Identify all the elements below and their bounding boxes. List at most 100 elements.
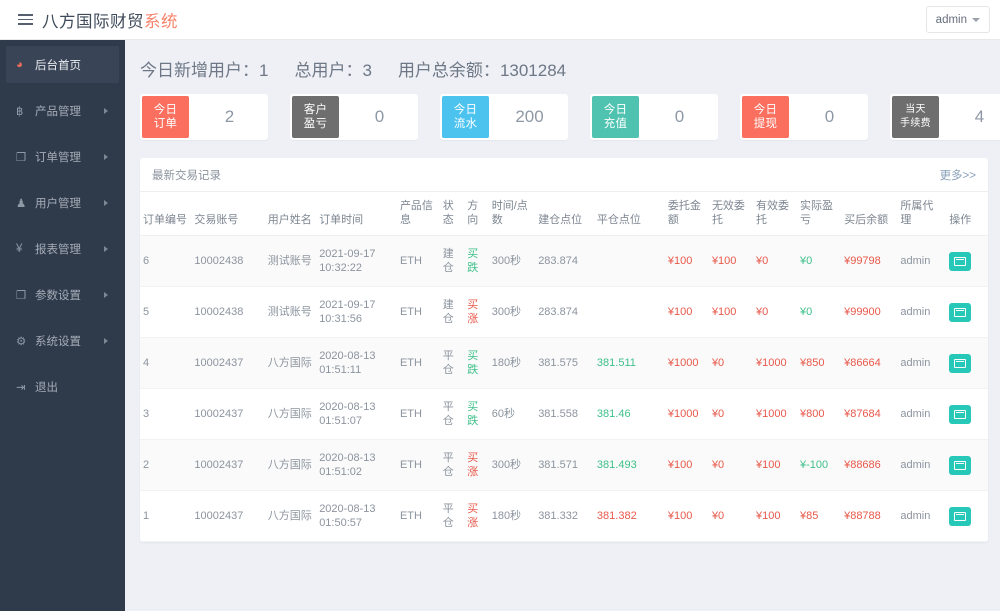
agent: admin	[897, 235, 947, 287]
user-name: 八方国际	[264, 439, 317, 491]
sidebar-item-0[interactable]: ◕ 后台首页	[6, 46, 119, 83]
metric-card-tag: 今日 充值	[592, 96, 639, 138]
copy-icon: ❐	[16, 151, 27, 164]
sidebar-item-5[interactable]: ❐ 参数设置	[6, 276, 119, 313]
agent: admin	[897, 388, 947, 440]
valid-entrust: ¥0	[752, 235, 798, 287]
metric-cards: 今日 订单 2 客户 盈亏 0 今日 流水 200 今日 充值 0 今日 提现 0 当天 手续费 4	[125, 81, 1000, 140]
product-info: ETH	[396, 337, 440, 389]
user-name: 测试账号	[264, 235, 317, 287]
sidebar-item-1[interactable]: ฿ 产品管理	[6, 92, 119, 129]
logout-icon: ⇥	[16, 381, 26, 394]
metric-card-tag-line1: 今日	[753, 104, 778, 116]
metric-card-3[interactable]: 今日 充值 0	[590, 94, 718, 140]
hamburger-icon[interactable]	[8, 14, 42, 25]
actual-profit: ¥850	[797, 337, 842, 389]
duration: 60秒	[488, 388, 536, 440]
user-icon: ♟	[16, 197, 27, 210]
column-header-3: 订单时间	[316, 192, 397, 236]
order-status: 平仓	[439, 388, 465, 440]
window-icon[interactable]	[949, 251, 972, 271]
trade-account: 10002438	[191, 235, 265, 287]
metric-card-value: 200	[515, 107, 544, 126]
copy-icon: ❐	[16, 289, 27, 302]
app-brand: 八方国际财贸 系统	[42, 8, 178, 32]
table-row[interactable]: 3 10002437 八方国际 2020-08-13 01:51:07 ETH 平仓 买跌 6…	[140, 388, 988, 440]
window-icon[interactable]	[949, 302, 972, 322]
column-header-14: 买后余额	[841, 192, 898, 236]
order-direction: 买涨	[464, 286, 489, 338]
metric-card-4[interactable]: 今日 提现 0	[740, 94, 868, 140]
table-row[interactable]: 2 10002437 八方国际 2020-08-13 01:51:02 ETH 平仓 买涨 3…	[140, 439, 988, 491]
close-price: 381.46	[593, 388, 665, 440]
column-header-2: 用户姓名	[264, 192, 317, 236]
stat-1: 总用户：3	[294, 56, 371, 81]
chevron-down-icon	[972, 17, 980, 22]
valid-entrust: ¥100	[752, 439, 798, 491]
open-price: 381.332	[535, 490, 594, 542]
table-row[interactable]: 5 10002438 测试账号 2021-09-17 10:31:56 ETH 建仓 买涨 3…	[140, 286, 988, 338]
sidebar-item-7[interactable]: ⇥ 退出	[6, 368, 119, 405]
valid-entrust: ¥1000	[752, 337, 798, 389]
order-id: 1	[140, 490, 192, 542]
entrust-amount: ¥1000	[664, 388, 709, 440]
user-menu-button[interactable]: admin	[925, 6, 990, 33]
gears-icon: ⚙	[16, 335, 27, 348]
table-header: 订单编号 交易账号 用户姓名 订单时间 产品信息 状态 方向 时间/点数 建仓点位 平仓点位 委托金…	[140, 192, 988, 236]
order-direction: 买跌	[464, 235, 489, 287]
order-time: 2020-08-13 01:51:07	[316, 388, 397, 440]
close-price: 381.511	[593, 337, 665, 389]
order-id: 2	[140, 439, 192, 491]
valid-entrust: ¥0	[752, 286, 798, 338]
window-icon[interactable]	[949, 353, 972, 373]
metric-card-value: 4	[974, 107, 985, 126]
metric-card-tag-line2: 盈亏	[303, 118, 328, 130]
metric-card-2[interactable]: 今日 流水 200	[440, 94, 568, 140]
window-icon[interactable]	[949, 506, 972, 526]
sidebar-item-6[interactable]: ⚙ 系统设置	[6, 322, 119, 359]
metric-card-1[interactable]: 客户盈亏 0	[290, 94, 418, 140]
stat-value: 1301284	[499, 61, 567, 80]
order-time: 2021-09-17 10:32:22	[316, 235, 397, 287]
close-price	[593, 235, 665, 287]
sidebar-item-2[interactable]: ❐ 订单管理	[6, 138, 119, 175]
metric-card-5[interactable]: 当天 手续费 4	[890, 94, 1000, 140]
yen-icon: ¥	[16, 242, 23, 255]
metric-card-tag-line1: 客户	[303, 104, 328, 116]
sidebar-item-3[interactable]: ♟ 用户管理	[6, 184, 119, 221]
table-row[interactable]: 4 10002437 八方国际 2020-08-13 01:51:11 ETH 平仓 买跌 1…	[140, 337, 988, 389]
stat-label: 用户总余额：	[397, 61, 500, 80]
user-name: 八方国际	[264, 337, 317, 389]
duration: 300秒	[488, 439, 536, 491]
chevron-right-icon	[104, 107, 108, 114]
table-row[interactable]: 6 10002438 测试账号 2021-09-17 10:32:22 ETH 建仓 买跌 3…	[140, 235, 988, 287]
sidebar-item-label: 报表管理	[35, 243, 81, 256]
sidebar-item-label: 订单管理	[35, 151, 81, 164]
top-bar: 八方国际财贸 系统 admin	[0, 0, 1000, 40]
row-actions	[946, 490, 988, 542]
metric-card-value: 0	[374, 107, 385, 126]
metric-card-0[interactable]: 今日 订单 2	[140, 94, 268, 140]
order-time: 2020-08-13 01:51:02	[316, 439, 397, 491]
table-row[interactable]: 1 10002437 八方国际 2020-08-13 01:50:57 ETH 平仓 买涨 1…	[140, 490, 988, 542]
order-time: 2021-09-17 10:31:56	[316, 286, 397, 338]
metric-card-tag-line1: 今日	[603, 104, 628, 116]
window-icon[interactable]	[949, 404, 972, 424]
bitcoin-icon: ฿	[16, 105, 24, 118]
sidebar-item-4[interactable]: ¥ 报表管理	[6, 230, 119, 267]
chevron-right-icon	[104, 245, 108, 252]
more-link[interactable]: 更多>>	[940, 167, 976, 183]
product-info: ETH	[396, 439, 440, 491]
stat-label: 总用户：	[294, 61, 363, 80]
entrust-amount: ¥100	[664, 439, 709, 491]
window-icon[interactable]	[949, 455, 972, 475]
table-body: 6 10002438 测试账号 2021-09-17 10:32:22 ETH 建仓 买跌 3…	[140, 235, 988, 542]
agent: admin	[897, 439, 947, 491]
user-name: 八方国际	[264, 388, 317, 440]
brand-accent-text: 系统	[144, 12, 178, 31]
actual-profit: ¥-100	[797, 439, 842, 491]
panel-header: 最新交易记录 更多>>	[140, 158, 988, 192]
row-actions	[946, 439, 988, 491]
duration: 300秒	[488, 286, 536, 338]
metric-card-value: 0	[824, 107, 835, 126]
